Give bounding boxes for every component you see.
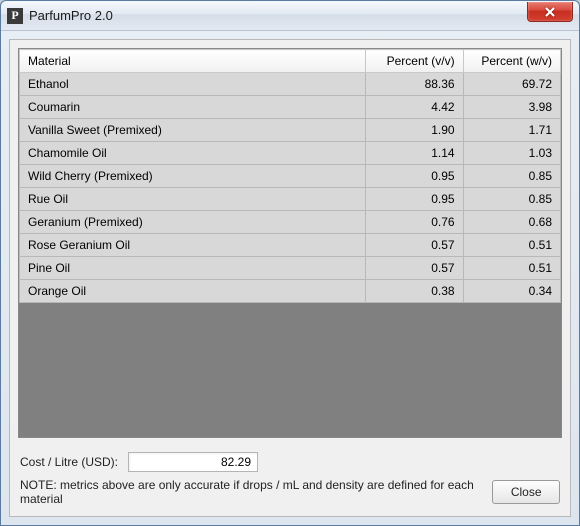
window-title: ParfumPro 2.0 (29, 8, 113, 23)
table-row[interactable]: Orange Oil0.380.34 (20, 280, 561, 303)
cell-material[interactable]: Orange Oil (20, 280, 366, 303)
cell-percent-vv[interactable]: 0.95 (366, 188, 463, 211)
app-icon: P (7, 8, 23, 24)
cell-percent-vv[interactable]: 0.57 (366, 257, 463, 280)
cell-percent-wv[interactable]: 1.71 (463, 119, 560, 142)
cell-material[interactable]: Rose Geranium Oil (20, 234, 366, 257)
cell-material[interactable]: Vanilla Sweet (Premixed) (20, 119, 366, 142)
note-text: NOTE: metrics above are only accurate if… (20, 478, 482, 506)
window-close-button[interactable] (527, 2, 573, 22)
cell-percent-wv[interactable]: 0.85 (463, 188, 560, 211)
cell-percent-wv[interactable]: 1.03 (463, 142, 560, 165)
cost-per-litre-field[interactable]: 82.29 (128, 452, 258, 472)
cell-percent-wv[interactable]: 0.51 (463, 234, 560, 257)
cell-material[interactable]: Geranium (Premixed) (20, 211, 366, 234)
table-header-row: Material Percent (v/v) Percent (w/v) (20, 50, 561, 73)
app-window: P ParfumPro 2.0 Material Percent (v/v) P… (0, 0, 580, 526)
cell-percent-vv[interactable]: 1.90 (366, 119, 463, 142)
cell-percent-wv[interactable]: 0.68 (463, 211, 560, 234)
table-row[interactable]: Ethanol88.3669.72 (20, 73, 561, 96)
cell-material[interactable]: Ethanol (20, 73, 366, 96)
cell-material[interactable]: Pine Oil (20, 257, 366, 280)
cell-percent-wv[interactable]: 3.98 (463, 96, 560, 119)
cell-percent-vv[interactable]: 0.95 (366, 165, 463, 188)
materials-table-container: Material Percent (v/v) Percent (w/v) Eth… (18, 48, 562, 438)
table-row[interactable]: Vanilla Sweet (Premixed)1.901.71 (20, 119, 561, 142)
table-row[interactable]: Chamomile Oil1.141.03 (20, 142, 561, 165)
col-header-percent-wv[interactable]: Percent (w/v) (463, 50, 560, 73)
col-header-percent-vv[interactable]: Percent (v/v) (366, 50, 463, 73)
note-row: NOTE: metrics above are only accurate if… (20, 478, 560, 506)
cell-percent-vv[interactable]: 0.38 (366, 280, 463, 303)
cost-label: Cost / Litre (USD): (20, 455, 118, 469)
cell-percent-wv[interactable]: 69.72 (463, 73, 560, 96)
cell-percent-vv[interactable]: 4.42 (366, 96, 463, 119)
col-header-material[interactable]: Material (20, 50, 366, 73)
cell-material[interactable]: Rue Oil (20, 188, 366, 211)
cell-material[interactable]: Coumarin (20, 96, 366, 119)
table-empty-area (19, 303, 561, 437)
materials-table[interactable]: Material Percent (v/v) Percent (w/v) Eth… (19, 49, 561, 303)
content-panel: Material Percent (v/v) Percent (w/v) Eth… (9, 39, 571, 517)
table-row[interactable]: Wild Cherry (Premixed)0.950.85 (20, 165, 561, 188)
titlebar[interactable]: P ParfumPro 2.0 (1, 1, 579, 31)
cell-percent-wv[interactable]: 0.51 (463, 257, 560, 280)
cell-percent-wv[interactable]: 0.85 (463, 165, 560, 188)
table-row[interactable]: Coumarin4.423.98 (20, 96, 561, 119)
cell-material[interactable]: Wild Cherry (Premixed) (20, 165, 366, 188)
cell-percent-vv[interactable]: 0.57 (366, 234, 463, 257)
footer-panel: Cost / Litre (USD): 82.29 NOTE: metrics … (10, 446, 570, 516)
cell-material[interactable]: Chamomile Oil (20, 142, 366, 165)
table-row[interactable]: Rose Geranium Oil0.570.51 (20, 234, 561, 257)
table-row[interactable]: Pine Oil0.570.51 (20, 257, 561, 280)
cost-row: Cost / Litre (USD): 82.29 (20, 452, 560, 472)
table-row[interactable]: Rue Oil0.950.85 (20, 188, 561, 211)
table-body: Ethanol88.3669.72Coumarin4.423.98Vanilla… (20, 73, 561, 303)
cell-percent-vv[interactable]: 88.36 (366, 73, 463, 96)
table-row[interactable]: Geranium (Premixed)0.760.68 (20, 211, 561, 234)
cell-percent-vv[interactable]: 0.76 (366, 211, 463, 234)
close-icon (544, 7, 556, 17)
close-button[interactable]: Close (492, 480, 560, 504)
cell-percent-vv[interactable]: 1.14 (366, 142, 463, 165)
cell-percent-wv[interactable]: 0.34 (463, 280, 560, 303)
